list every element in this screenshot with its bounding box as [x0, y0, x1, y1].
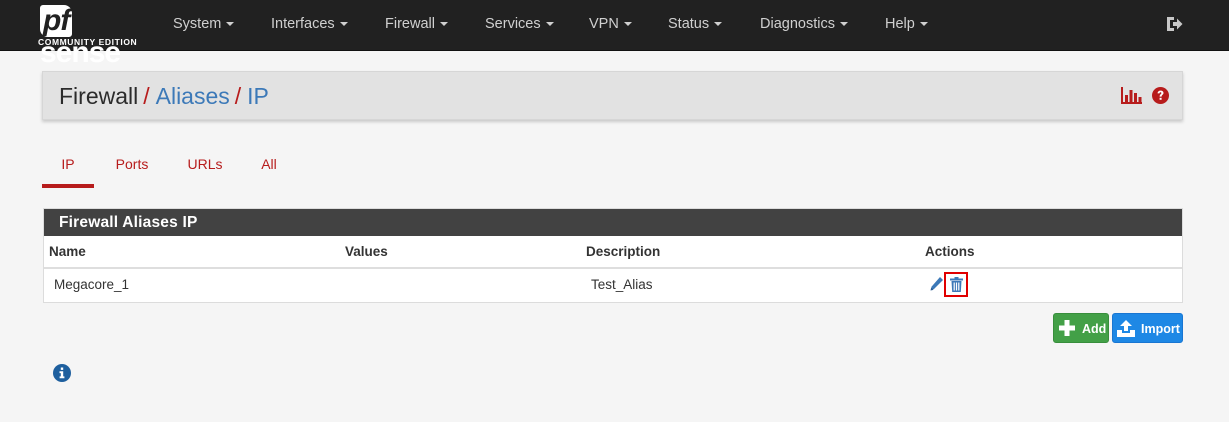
nav-help[interactable]: Help	[885, 0, 928, 51]
pencil-icon[interactable]	[929, 276, 944, 292]
question-circle-icon[interactable]	[1152, 87, 1169, 104]
plus-icon	[1059, 320, 1075, 336]
import-button[interactable]: Import	[1112, 313, 1183, 343]
column-header-actions: Actions	[925, 244, 975, 259]
nav-status-label: Status	[668, 16, 710, 32]
caret-down-icon	[339, 22, 348, 27]
info-circle-icon[interactable]	[53, 364, 71, 382]
trash-icon[interactable]	[950, 277, 963, 292]
add-button[interactable]: Add	[1053, 313, 1109, 343]
nav-diagnostics[interactable]: Diagnostics	[760, 0, 848, 51]
upload-icon	[1117, 320, 1135, 337]
nav-interfaces-label: Interfaces	[271, 16, 335, 32]
nav-system-label: System	[173, 16, 222, 32]
breadcrumb-separator: /	[143, 83, 150, 109]
pfsense-logo[interactable]: pfsense COMMUNITY EDITION	[38, 5, 148, 69]
add-button-label: Add	[1082, 322, 1107, 336]
caret-down-icon	[545, 22, 554, 27]
caret-down-icon	[714, 22, 723, 27]
breadcrumb-ip-link[interactable]: IP	[247, 83, 269, 109]
sign-out-icon[interactable]	[1166, 16, 1183, 32]
nav-services-label: Services	[485, 16, 541, 32]
tab-ip[interactable]: IP	[42, 152, 94, 188]
breadcrumb-separator: /	[234, 83, 242, 109]
nav-vpn[interactable]: VPN	[589, 0, 632, 51]
page-title: Firewall / Aliases / IP	[59, 82, 269, 110]
caret-down-icon	[439, 22, 448, 27]
tab-urls-label: URLs	[187, 156, 223, 172]
caret-down-icon	[839, 22, 848, 27]
breadcrumb-aliases-link[interactable]: Aliases	[156, 83, 230, 109]
caret-down-icon	[226, 22, 235, 27]
logo-wordmark: pfsense	[40, 5, 148, 69]
column-header-values[interactable]: Values	[345, 244, 388, 259]
logo-pf: pf	[40, 5, 73, 37]
tab-ports[interactable]: Ports	[107, 152, 157, 188]
nav-services[interactable]: Services	[485, 0, 554, 51]
table-title: Firewall Aliases IP	[44, 209, 1182, 236]
bar-chart-icon[interactable]	[1121, 87, 1142, 104]
import-button-label: Import	[1141, 322, 1180, 336]
nav-firewall[interactable]: Firewall	[385, 0, 448, 51]
tab-all[interactable]: All	[252, 152, 286, 188]
breadcrumb-firewall: Firewall	[59, 83, 139, 109]
nav-diagnostics-label: Diagnostics	[760, 16, 835, 32]
nav-help-label: Help	[885, 16, 915, 32]
nav-firewall-label: Firewall	[385, 16, 435, 32]
nav-status[interactable]: Status	[668, 0, 723, 51]
caret-down-icon	[623, 22, 632, 27]
nav-vpn-label: VPN	[589, 16, 619, 32]
nav-system[interactable]: System	[173, 0, 235, 51]
header-divider	[44, 267, 1182, 269]
column-header-name[interactable]: Name	[49, 244, 86, 259]
tab-ports-label: Ports	[115, 156, 149, 172]
logo-subtitle: COMMUNITY EDITION	[38, 37, 138, 47]
delete-button-highlight[interactable]	[944, 272, 968, 297]
cell-name: Megacore_1	[54, 277, 130, 292]
caret-down-icon	[919, 22, 928, 27]
top-navbar: pfsense COMMUNITY EDITION System Interfa…	[0, 0, 1229, 69]
cell-description: Test_Alias	[591, 277, 653, 292]
breadcrumb: Firewall / Aliases / IP	[42, 71, 1183, 120]
column-header-description[interactable]: Description	[586, 244, 660, 259]
tab-all-label: All	[261, 156, 277, 172]
nav-interfaces[interactable]: Interfaces	[271, 0, 348, 51]
aliases-table-panel: Firewall Aliases IP Name Values Descript…	[43, 208, 1183, 303]
tab-urls[interactable]: URLs	[180, 152, 230, 188]
tab-ip-label: IP	[61, 156, 75, 172]
